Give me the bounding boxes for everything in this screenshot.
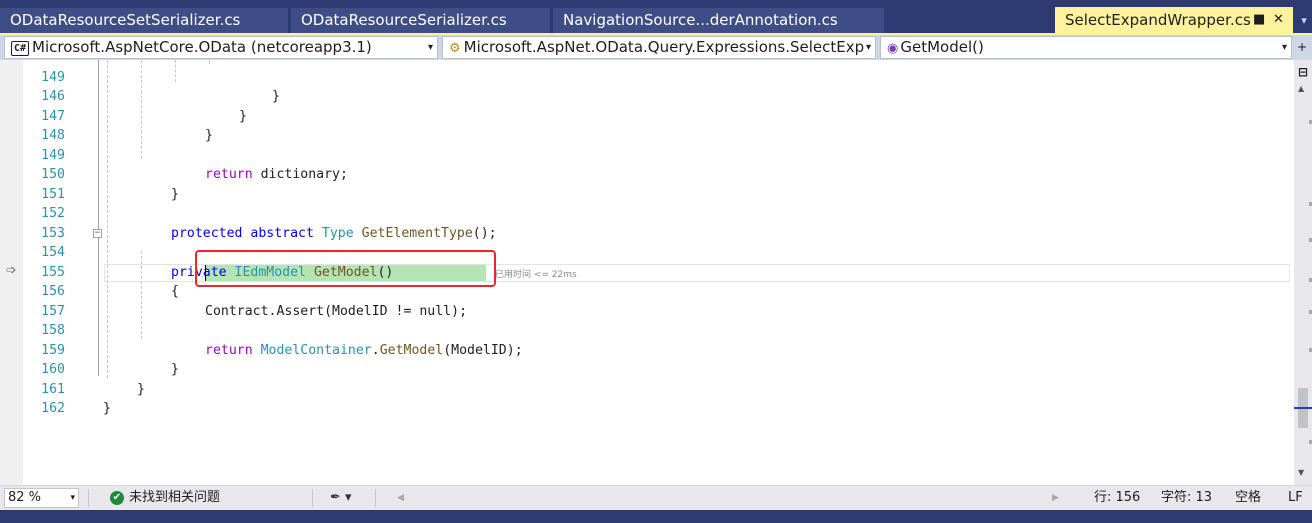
tab-selectexpandwrapper[interactable]: SelectExpandWrapper.cs ■ ✕ — [1055, 7, 1293, 33]
editor-status-bar: 82 % ▾ ✔ 未找到相关问题 ✒ ▾ ◀ ▶ 行: 156 字符: 13 空… — [0, 485, 1312, 510]
close-icon[interactable]: ✕ — [1273, 7, 1284, 33]
vertical-scrollbar[interactable]: ⊟ ▲ ▼ — [1294, 60, 1312, 485]
private-method-icon: ◉ — [887, 41, 899, 56]
zoom-dropdown[interactable]: 82 % ▾ — [4, 488, 79, 508]
document-tab-strip: ODataResourceSetSerializer.cs ODataResou… — [0, 0, 1312, 33]
code-line-162: 162 — [0, 380, 1294, 416]
zoom-level: 82 % — [8, 490, 42, 505]
chevron-down-icon: ▾ — [70, 493, 75, 503]
code-cleanup-brush-icon[interactable]: ✒ ▾ — [330, 486, 352, 510]
caret-position-marker — [1294, 407, 1312, 409]
scroll-up-icon[interactable]: ▲ — [1298, 84, 1304, 93]
char-indicator[interactable]: 字符: 13 — [1161, 486, 1212, 510]
code-line-151: 151 — [0, 165, 1294, 202]
divider — [312, 489, 313, 507]
tab-overflow-chevron-down-icon[interactable]: ▾ — [1296, 8, 1312, 33]
split-window-icon[interactable]: ⊟ — [1297, 65, 1309, 79]
chevron-down-icon: ▾ — [427, 42, 433, 53]
code-line-152: 152 protected abstract Type GetElementTy… — [0, 185, 1294, 241]
code-line-147: 147 } — [0, 87, 1294, 144]
line-indicator[interactable]: 行: 156 — [1094, 486, 1140, 510]
issues-status[interactable]: 未找到相关问题 — [129, 486, 220, 510]
csharp-project-icon: C# — [11, 41, 30, 56]
code-line-153: 153 — [0, 204, 1294, 241]
member-name: GetModel() — [900, 38, 984, 56]
class-icon: ⚙ — [449, 41, 461, 56]
tab-label: SelectExpandWrapper.cs — [1065, 11, 1251, 29]
check-circle-icon: ✔ — [110, 491, 124, 505]
navigation-bar: C# Microsoft.AspNetCore.OData (netcoreapp… — [0, 35, 1312, 60]
divider — [88, 489, 89, 507]
code-line-148: 148 — [0, 107, 1294, 143]
code-line-158: 158 return ModelContainer.GetModel(Model… — [0, 302, 1294, 358]
scroll-down-icon[interactable]: ▼ — [1298, 468, 1304, 477]
code-line-150: 150 } — [0, 146, 1294, 202]
tab-odataresourcesetserializer[interactable]: ODataResourceSetSerializer.cs — [0, 8, 288, 33]
code-line-157: 157 — [0, 282, 1294, 319]
annotation-highlight-box — [195, 250, 496, 287]
line-ending-indicator[interactable]: LF — [1288, 486, 1303, 510]
code-editor[interactable]: ➩ − 149 } 146 } 147 } 148 149 return dic… — [0, 60, 1294, 485]
project-dropdown[interactable]: C# Microsoft.AspNetCore.OData (netcoreapp… — [4, 36, 438, 59]
pin-icon[interactable]: ■ — [1253, 7, 1265, 33]
code-line-146: 146 } — [0, 68, 1294, 124]
code-line-160: 160 } — [0, 341, 1294, 397]
divider — [375, 489, 376, 507]
chevron-down-icon: ▾ — [1281, 42, 1287, 53]
line-number: 162 — [41, 401, 65, 416]
tab-navigationsource-annotation[interactable]: NavigationSource...derAnnotation.cs — [553, 8, 884, 33]
split-editor-icon[interactable]: + — [1295, 38, 1309, 56]
code-line-149: 149 return dictionary; — [0, 126, 1294, 183]
scroll-right-icon[interactable]: ▶ — [1052, 486, 1059, 510]
project-name: Microsoft.AspNetCore.OData (netcoreapp3.… — [32, 38, 372, 56]
whitespace-indicator[interactable]: 空格 — [1235, 486, 1261, 510]
scroll-left-icon[interactable]: ◀ — [397, 486, 404, 510]
code-line-159: 159 } — [0, 321, 1294, 378]
member-dropdown[interactable]: ◉ GetModel() ▾ — [880, 36, 1292, 59]
type-dropdown[interactable]: ⚙ Microsoft.AspNet.OData.Query.Expression… — [442, 36, 876, 59]
type-name: Microsoft.AspNet.OData.Query.Expressions… — [463, 38, 865, 56]
tab-odataresourceserializer[interactable]: ODataResourceSerializer.cs — [291, 8, 550, 33]
tab-label: ODataResourceSerializer.cs — [301, 11, 507, 29]
chevron-down-icon: ▾ — [865, 42, 871, 53]
tab-label: NavigationSource...derAnnotation.cs — [563, 11, 838, 29]
perf-tip[interactable]: 已用时间 <= 22ms — [495, 267, 577, 280]
window-bottom-edge — [0, 510, 1312, 523]
code-line-154: 154 private IEdmModel GetModel() — [0, 224, 1294, 280]
code-line-161: 161 } — [0, 360, 1294, 417]
tab-label: ODataResourceSetSerializer.cs — [10, 11, 241, 29]
code-line-145: 149 } — [0, 60, 1294, 105]
